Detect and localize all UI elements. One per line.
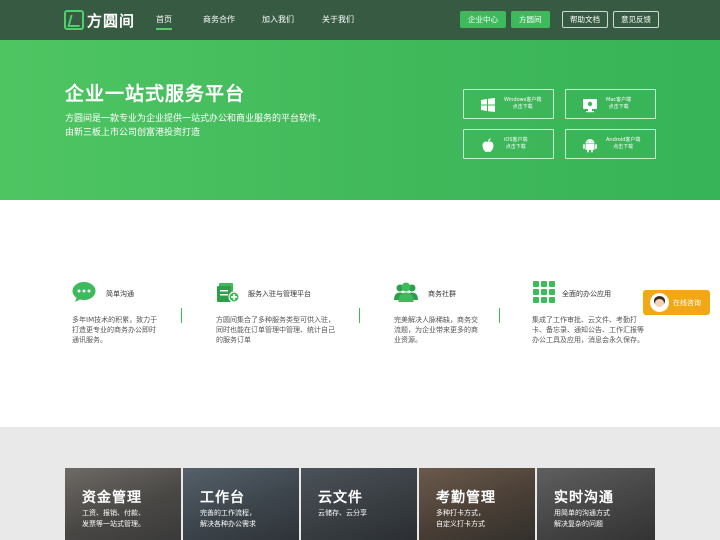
card-desc-line: 用简单的沟通方式 — [554, 509, 610, 517]
download-android-label: Android客户端 点击下载 — [606, 137, 640, 151]
card-realtime-chat[interactable]: 实时沟通 用简单的沟通方式 解决复杂的问题 — [537, 468, 655, 540]
download-android-sub: 点击下载 — [613, 144, 634, 150]
nav-join-us[interactable]: 加入我们 — [262, 14, 294, 25]
download-ios-button[interactable]: iOS客户端 点击下载 — [463, 129, 554, 159]
download-mac-title: Mac客户端 — [606, 97, 632, 103]
windows-icon — [481, 98, 495, 112]
download-ios-label: iOS客户端 点击下载 — [504, 137, 528, 151]
logo-text: 方圆间 — [87, 11, 136, 30]
card-attendance[interactable]: 考勤管理 多种打卡方式， 自定义打卡方式 — [419, 468, 535, 540]
feature-title: 服务入驻与管理平台 — [248, 290, 311, 298]
card-desc-line: 自定义打卡方式 — [436, 520, 485, 528]
card-description: 多种打卡方式， 自定义打卡方式 — [436, 508, 485, 530]
download-windows-sub: 点击下载 — [512, 104, 533, 110]
hero-desc-line-1: 方圆间是一款专业为企业提供一站式办公和商业服务的平台软件， — [65, 114, 327, 124]
download-mac-sub: 点击下载 — [608, 104, 629, 110]
logo[interactable]: 方圆间 — [64, 9, 135, 31]
card-workbench[interactable]: 工作台 完善的工作流程， 解决各种办公需求 — [183, 468, 299, 540]
card-title: 考勤管理 — [436, 490, 496, 506]
card-desc-line: 发票等一站式管理。 — [82, 520, 145, 528]
enterprise-center-button[interactable]: 企业中心 — [460, 11, 506, 28]
hero-description: 方圆间是一款专业为企业提供一站式办公和商业服务的平台软件， 由新三板上市公司创富… — [65, 112, 365, 140]
feature-divider — [499, 308, 500, 323]
hero-desc-line-2: 由新三板上市公司创富港投资打造 — [65, 128, 201, 138]
feature-divider — [359, 308, 360, 323]
nav-about-us[interactable]: 关于我们 — [322, 14, 354, 25]
customer-service-avatar-icon — [650, 293, 669, 312]
android-icon — [583, 139, 597, 153]
top-navigation-bar: 方圆间 首页 商务合作 加入我们 关于我们 企业中心 方圆间 帮助文档 意见反馈 — [0, 0, 720, 40]
help-docs-button[interactable]: 帮助文档 — [562, 11, 608, 28]
download-ios-sub: 点击下载 — [505, 144, 526, 150]
feature-description: 集成了工作审批、云文件、考勤打卡、备忘录、通知公告、工作汇报等办公工具及应用，消… — [532, 316, 644, 344]
feedback-button[interactable]: 意见反馈 — [613, 11, 659, 28]
online-consult-label: 在线咨询 — [673, 299, 701, 307]
card-fund-management[interactable]: 资金管理 工资、报销、付款、 发票等一站式管理。 — [65, 468, 181, 540]
mac-icon — [583, 99, 597, 113]
feature-description: 方圆间集合了多种服务类型可供入驻，同时也能在订单管理中管理、统计自己的服务订单 — [216, 316, 335, 344]
download-mac-button[interactable]: Mac客户端 点击下载 — [565, 89, 656, 119]
card-desc-line: 多种打卡方式， — [436, 509, 485, 517]
card-desc-line: 云储存、云分享 — [318, 509, 367, 517]
download-android-button[interactable]: Android客户端 点击下载 — [565, 129, 656, 159]
card-description: 云储存、云分享 — [318, 508, 367, 519]
download-windows-button[interactable]: Windows客户端 点击下载 — [463, 89, 554, 119]
feature-title: 简单沟通 — [106, 290, 134, 298]
fangyuanjian-button[interactable]: 方圆间 — [511, 11, 550, 28]
card-cloud-files[interactable]: 云文件 云储存、云分享 — [301, 468, 417, 540]
card-desc-line: 工资、报销、付款、 — [82, 509, 145, 517]
download-mac-label: Mac客户端 点击下载 — [606, 97, 631, 111]
feature-divider — [181, 308, 182, 323]
card-title: 资金管理 — [82, 490, 142, 506]
feature-description: 完美解决人脉稀缺，商务交流题，为企业带来更多的商业资源。 — [394, 316, 478, 344]
chat-bubble-icon — [72, 282, 96, 302]
hero-banner: 企业一站式服务平台 方圆间是一款专业为企业提供一站式办公和商业服务的平台软件， … — [0, 40, 720, 200]
card-desc-line: 完善的工作流程， — [200, 509, 256, 517]
logo-icon — [64, 10, 84, 30]
card-desc-line: 解决各种办公需求 — [200, 520, 256, 528]
feature-description: 多年IM技术的积累，致力于打造更专业的商务办公即时通讯服务。 — [72, 316, 158, 344]
feature-title: 全面的办公应用 — [562, 290, 611, 298]
hero-title: 企业一站式服务平台 — [65, 83, 246, 105]
grid-apps-icon — [533, 281, 555, 303]
download-windows-label: Windows客户端 点击下载 — [504, 97, 541, 111]
online-consult-widget[interactable]: 在线咨询 — [643, 290, 710, 315]
card-title: 云文件 — [318, 490, 363, 506]
card-description: 工资、报销、付款、 发票等一站式管理。 — [82, 508, 145, 530]
card-title: 工作台 — [200, 490, 245, 506]
card-description: 用简单的沟通方式 解决复杂的问题 — [554, 508, 610, 530]
group-icon — [394, 282, 418, 302]
apple-icon — [482, 138, 494, 152]
nav-business[interactable]: 商务合作 — [203, 14, 235, 25]
document-add-icon — [217, 283, 240, 303]
download-windows-title: Windows客户端 — [504, 97, 542, 103]
feature-title: 商务社群 — [428, 290, 456, 298]
nav-home[interactable]: 首页 — [156, 14, 172, 30]
card-desc-line: 解决复杂的问题 — [554, 520, 603, 528]
card-description: 完善的工作流程， 解决各种办公需求 — [200, 508, 256, 530]
card-title: 实时沟通 — [554, 490, 614, 506]
download-android-title: Android客户端 — [606, 137, 641, 143]
download-ios-title: iOS客户端 — [504, 137, 528, 143]
